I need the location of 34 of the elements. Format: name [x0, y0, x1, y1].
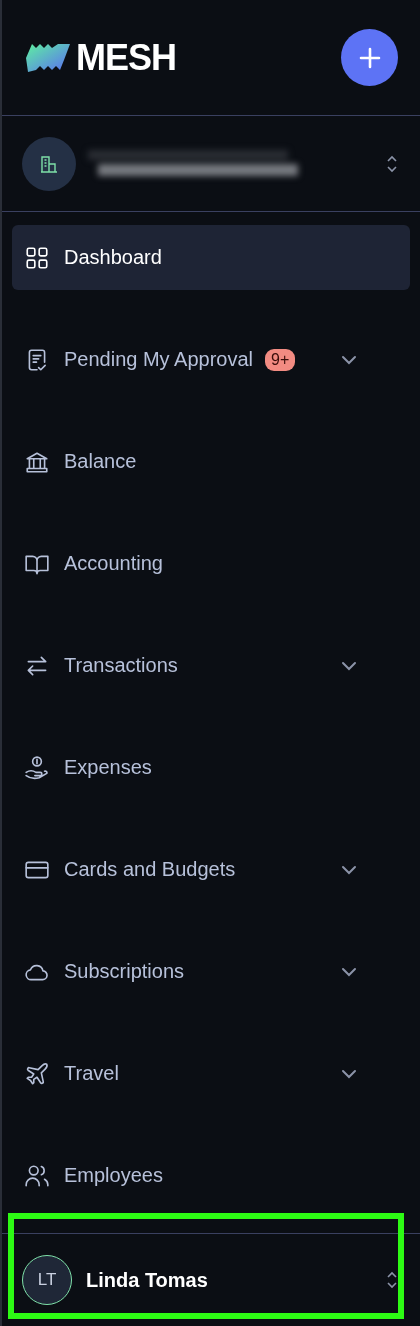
nav-item[interactable]: Employees [12, 1143, 410, 1208]
up-down-chevron-icon [386, 1270, 398, 1290]
plus-icon [358, 46, 381, 69]
nav-label: Subscriptions [64, 960, 185, 983]
nav-label: Dashboard [64, 246, 162, 269]
nav-item[interactable]: Accounting [12, 531, 410, 596]
nav-item[interactable]: Expenses [12, 735, 410, 800]
nav-label: Cards and Budgets [64, 858, 236, 881]
nav-label: Travel [64, 1062, 119, 1085]
user-avatar: LT [22, 1255, 72, 1305]
nav-item[interactable]: Dashboard [12, 225, 410, 290]
airplane-icon [24, 1060, 50, 1087]
nav-label: Accounting [64, 552, 163, 575]
grid-icon [24, 244, 50, 271]
nav-label: Balance [64, 450, 137, 473]
nav-label: Pending My Approval [64, 348, 253, 371]
up-down-chevron-icon [386, 153, 398, 174]
user-switcher[interactable]: LT Linda Tomas [2, 1234, 420, 1326]
building-avatar-icon [22, 136, 76, 191]
nav-item[interactable]: Subscriptions [12, 939, 410, 1004]
nav-label: Expenses [64, 756, 152, 779]
nav-item[interactable]: Travel [12, 1041, 410, 1106]
brand-name: MESH [76, 36, 176, 79]
nav-item[interactable]: Transactions [12, 633, 410, 698]
add-button[interactable] [341, 29, 398, 86]
people-icon [24, 1162, 50, 1189]
user-name: Linda Tomas [86, 1268, 208, 1292]
count-badge: 9+ [265, 348, 296, 371]
nav-item[interactable]: Cards and Budgets [12, 837, 410, 902]
hand-coin-icon [24, 754, 50, 781]
nav-label: Transactions [64, 654, 178, 677]
nav-item[interactable]: Pending My Approval 9+ [12, 327, 410, 392]
nav-label: Employees [64, 1164, 163, 1187]
nav-item[interactable]: Balance [12, 429, 410, 494]
